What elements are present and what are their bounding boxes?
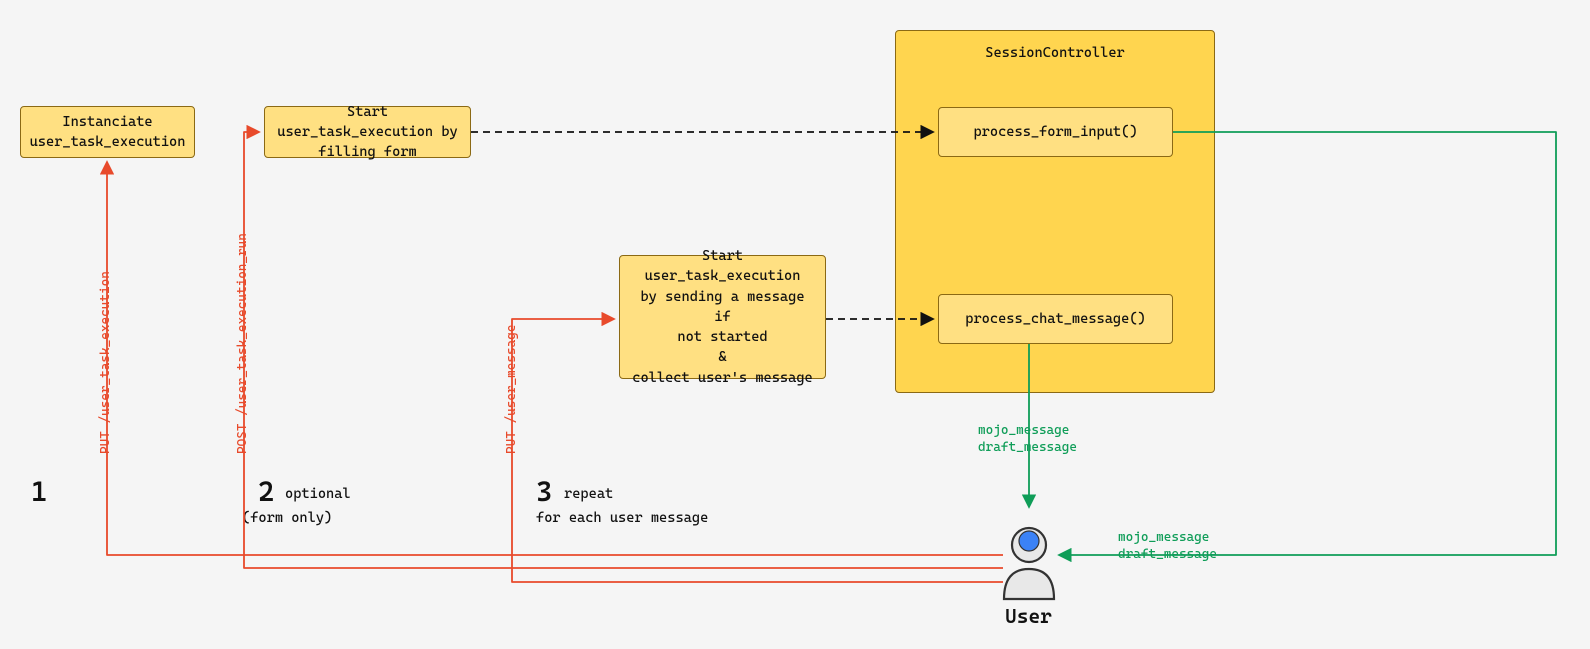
edge-label-put-ute: PUT /user_task_execution [98, 271, 113, 454]
step-2-sub2: (form only) [242, 510, 332, 526]
step-2-number: 2 [258, 475, 274, 508]
step-3-sub2: for each user message [536, 510, 708, 526]
user-icon [1004, 528, 1054, 599]
step-2-sub: optional [285, 486, 351, 502]
step-3-sub: repeat [564, 486, 613, 502]
edge-label-mojo-draft-2: mojo_message draft_message [1118, 530, 1217, 564]
box-start-message: Start user_task_execution by sending a m… [619, 255, 826, 379]
edge-label-mojo-draft-1: mojo_message draft_message [978, 423, 1077, 457]
edge-label-post-ute-run: POST /user_task_execution_run [235, 233, 250, 454]
step-1-number: 1 [31, 475, 47, 508]
box-process-form-input: process_form_input() [938, 107, 1173, 157]
edge-label-put-user-message: PUT /user_message [504, 325, 519, 455]
step-3-number: 3 [536, 475, 552, 508]
session-controller-title: SessionController [985, 45, 1124, 61]
box-instanciate: Instanciate user_task_execution [20, 106, 195, 158]
user-label: User [1005, 604, 1052, 628]
box-process-chat-message: process_chat_message() [938, 294, 1173, 344]
box-start-form: Start user_task_execution by filling for… [264, 106, 471, 158]
